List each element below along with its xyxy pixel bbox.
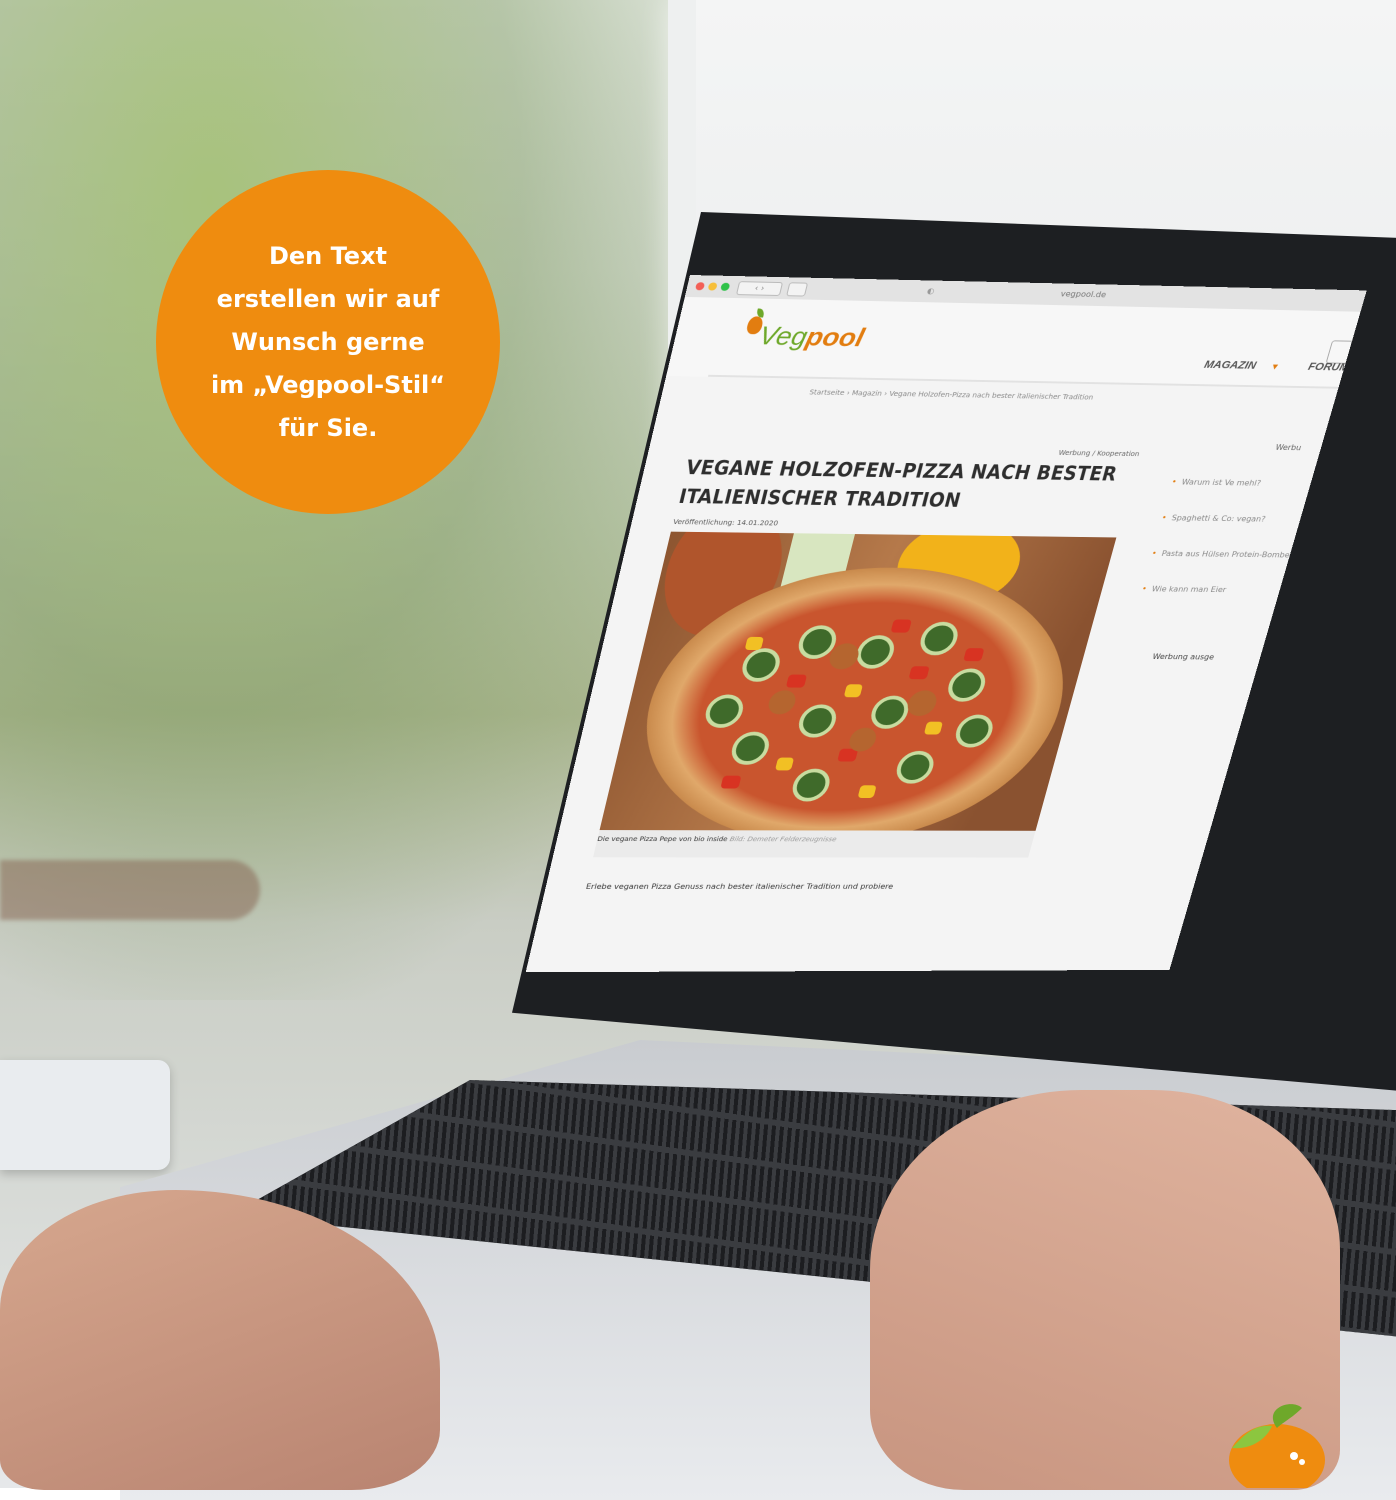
caption-background <box>593 830 1036 858</box>
publish-date: Veröffentlichung: 14.01.2020 <box>672 518 779 528</box>
address-bar[interactable]: vegpool.de <box>1060 289 1108 299</box>
article-title: VEGANE HOLZOFEN-PIZZA NACH BESTER ITALIE… <box>676 455 1120 512</box>
menu-item-magazin[interactable]: MAGAZIN ▾ <box>1203 359 1293 372</box>
site-logo[interactable]: Vegpool <box>756 321 867 354</box>
mango-logo-icon <box>1229 1404 1325 1488</box>
pizza-photo <box>599 531 1117 831</box>
main-menu: MAGAZIN▾ FORUM▾ <box>1203 359 1367 374</box>
ad-label: Werbung / Kooperation <box>1057 449 1141 459</box>
caption-credit: Bild: Demeter Felderzeugnisse <box>728 835 838 844</box>
image-caption: Die vegane Pizza Pepe von bio inside Bil… <box>597 836 996 844</box>
back-forward-buttons[interactable]: ‹ › <box>735 281 784 297</box>
promo-badge-text: Den Text erstellen wir auf Wunsch gerne … <box>210 241 446 442</box>
close-window-button[interactable] <box>694 282 706 291</box>
header-divider <box>707 374 1339 389</box>
sidebar-toggle-icon[interactable] <box>786 282 809 297</box>
site-header: Vegpool MAGAZIN▾ FORUM▾ <box>666 296 1367 389</box>
maximize-window-button[interactable] <box>720 282 731 291</box>
minimize-window-button[interactable] <box>707 282 718 291</box>
caption-text: Die vegane Pizza Pepe von bio inside <box>596 835 729 843</box>
article-intro: Erlebe veganen Pizza Genuss nach bester … <box>585 882 895 891</box>
privacy-report-icon[interactable]: ◐ <box>926 286 935 295</box>
article-hero-image <box>599 531 1117 831</box>
chevron-down-icon: ▾ <box>1271 361 1279 372</box>
blurred-arm <box>0 860 260 920</box>
smartphone <box>0 1060 170 1170</box>
promo-badge: Den Text erstellen wir auf Wunsch gerne … <box>156 170 500 514</box>
breadcrumb[interactable]: Startseite › Magazin › Vegane Holzofen-P… <box>704 387 1196 404</box>
